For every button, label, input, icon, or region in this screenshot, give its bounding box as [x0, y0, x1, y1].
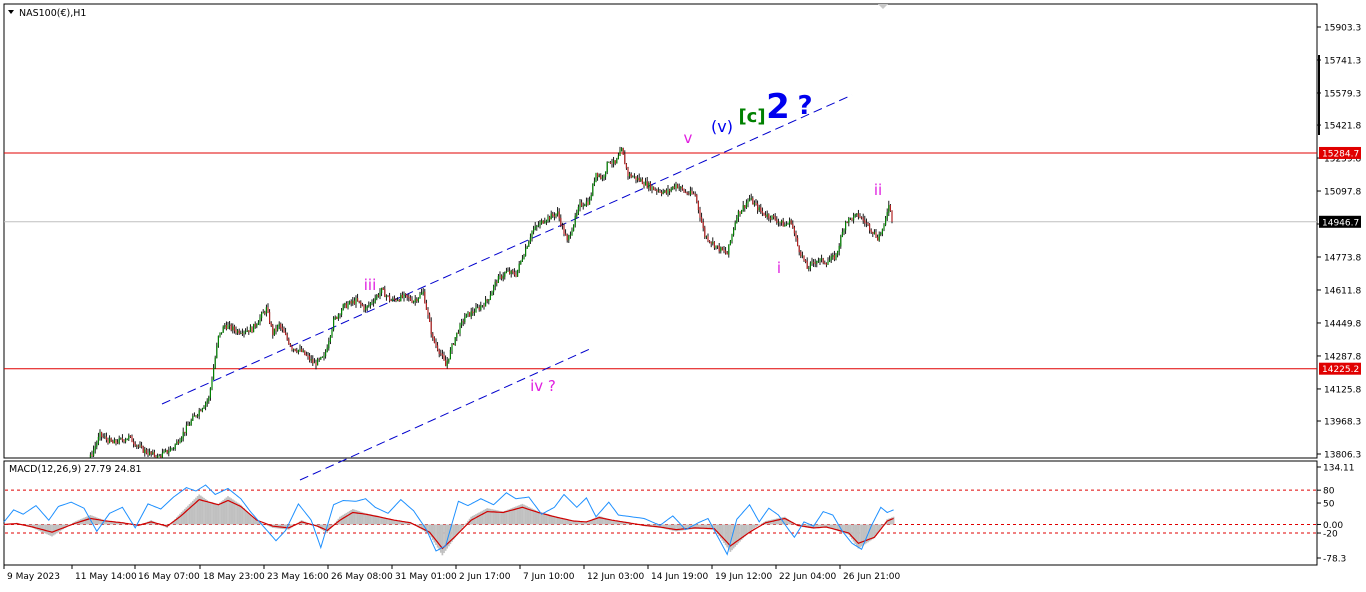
time-tick-label: 26 May 08:00 — [331, 572, 393, 582]
macd-tick-label: -78.3 — [1323, 555, 1346, 565]
time-tick-label: 11 May 14:00 — [75, 572, 137, 582]
time-tick-label: 18 May 23:00 — [203, 572, 265, 582]
price-tick-label: 15741.3 — [1324, 56, 1361, 66]
chart-root: 15903.3 15741.3 15579.3 15421.8 15259.8 15097… — [0, 0, 1366, 588]
time-tick-label: 12 Jun 03:00 — [587, 572, 644, 582]
time-tick-label: 16 May 07:00 — [138, 572, 200, 582]
price-tick-label: 14287.8 — [1324, 352, 1361, 362]
time-tick-label: 31 May 01:00 — [395, 572, 457, 582]
level-label: 14225.2 — [1322, 365, 1359, 375]
time-tick-label: 23 May 16:00 — [267, 572, 329, 582]
time-tick-label: 14 Jun 19:00 — [651, 572, 708, 582]
time-tick-label: 26 Jun 21:00 — [843, 572, 900, 582]
wave-label: (v) — [711, 117, 733, 136]
macd-header: MACD(12,26,9) 27.79 24.81 — [9, 464, 142, 475]
chart-canvas: 15903.315741.315579.315421.815259.815097… — [0, 0, 1366, 588]
wave-label: iv ? — [530, 377, 556, 395]
price-tick-label: 15903.3 — [1324, 24, 1361, 34]
price-tick-label: 13968.3 — [1324, 418, 1361, 428]
price-tick-label: 15579.3 — [1324, 89, 1361, 99]
wave-label: [c] — [738, 106, 765, 127]
price-tick-label: 15097.8 — [1324, 188, 1361, 198]
wave-label: 2 — [766, 87, 790, 127]
price-tick-label: 14773.8 — [1324, 253, 1361, 263]
macd-tick-label: 50 — [1323, 500, 1335, 510]
wave-label: ii — [874, 181, 882, 199]
price-tick-label: 14125.8 — [1324, 385, 1361, 395]
wave-label: iii — [364, 276, 377, 294]
wave-label: i — [777, 259, 781, 277]
macd-tick-label: 134.11 — [1323, 464, 1355, 474]
time-tick-label: 2 Jun 17:00 — [459, 572, 511, 582]
level-label: 15284.7 — [1322, 149, 1359, 159]
wave-label: v — [684, 129, 693, 147]
price-tick-label: 14449.8 — [1324, 319, 1361, 329]
price-tick-label: 14611.8 — [1324, 286, 1361, 296]
time-tick-label: 9 May 2023 — [7, 572, 60, 582]
wave-label: ? — [797, 91, 812, 121]
time-tick-label: 7 Jun 10:00 — [523, 572, 575, 582]
price-tick-label: 15421.8 — [1324, 122, 1361, 132]
symbol-header: NAS100(€),H1 — [19, 8, 86, 19]
time-tick-label: 19 Jun 12:00 — [715, 572, 772, 582]
price-scale-bar — [1318, 55, 1320, 135]
current-price-label: 14946.7 — [1322, 218, 1359, 228]
macd-tick-label: -20 — [1323, 530, 1338, 540]
time-tick-label: 22 Jun 04:00 — [779, 572, 836, 582]
macd-tick-label: 80 — [1323, 487, 1335, 497]
price-tick-label: 13806.3 — [1324, 451, 1361, 461]
